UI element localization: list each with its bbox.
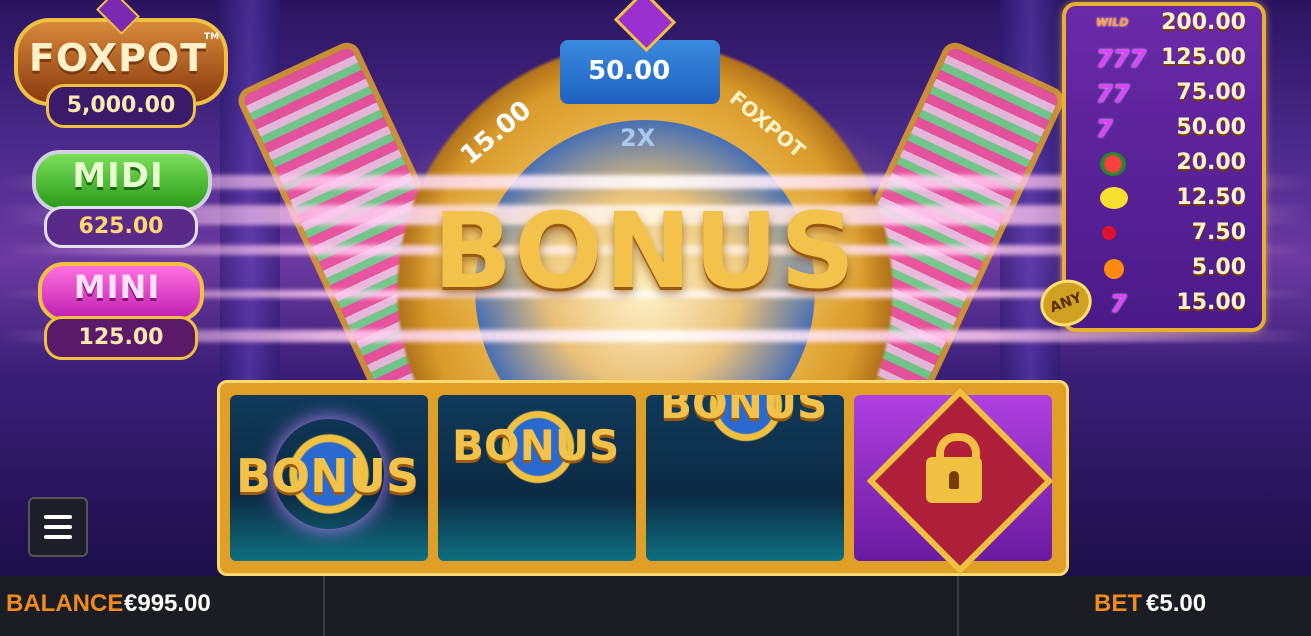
foxpot-value: 5,000.00 bbox=[46, 84, 196, 128]
foxpot-trademark: TM bbox=[204, 32, 220, 42]
keyhole-icon bbox=[949, 471, 959, 489]
watermelon-icon bbox=[1100, 152, 1126, 176]
paytable: WILD 200.00 777 125.00 77 75.00 7 50.00 … bbox=[1062, 2, 1266, 332]
foxpot-label: FOXPOT bbox=[28, 36, 208, 80]
hamburger-menu-icon bbox=[44, 535, 72, 539]
bet-value[interactable]: €5.00 bbox=[1146, 590, 1206, 618]
paytable-row: 777 125.00 bbox=[1066, 41, 1262, 76]
reel-1: BONUS bbox=[230, 395, 428, 561]
reel-3: BONUS bbox=[646, 395, 844, 561]
balance-value: €995.00 bbox=[124, 590, 211, 617]
paytable-value: 200.00 bbox=[1161, 10, 1246, 35]
lemon-icon bbox=[1100, 187, 1128, 209]
paytable-value: 50.00 bbox=[1176, 115, 1246, 140]
any-seven-icon: 7 bbox=[1110, 290, 1127, 318]
reel-frame: BONUS BONUS BONUS bbox=[217, 380, 1069, 576]
reel-bonus-text: BONUS bbox=[660, 395, 828, 428]
paytable-value: 15.00 bbox=[1176, 290, 1246, 315]
paytable-row: 77 75.00 bbox=[1066, 76, 1262, 111]
paytable-row: 7 15.00 bbox=[1066, 286, 1262, 321]
bet-label: BET bbox=[1094, 590, 1142, 617]
paytable-value: 75.00 bbox=[1176, 80, 1246, 105]
mini-label: MINI bbox=[73, 268, 161, 306]
paytable-value: 5.00 bbox=[1191, 255, 1246, 280]
footer-divider bbox=[957, 576, 959, 636]
triple-seven-icon: 777 bbox=[1096, 45, 1147, 73]
paytable-value: 125.00 bbox=[1161, 45, 1246, 70]
double-seven-icon: 77 bbox=[1096, 80, 1130, 108]
mini-value: 125.00 bbox=[44, 316, 198, 360]
paytable-row: 12.50 bbox=[1066, 181, 1262, 216]
hamburger-menu-icon bbox=[44, 525, 72, 529]
paytable-row: 20.00 bbox=[1066, 146, 1262, 181]
paytable-value: 12.50 bbox=[1176, 185, 1246, 210]
hamburger-menu-icon bbox=[44, 515, 72, 519]
wild-fox-icon: WILD bbox=[1096, 16, 1129, 29]
reel-bonus-text: BONUS bbox=[452, 421, 620, 470]
paytable-row: 5.00 bbox=[1066, 251, 1262, 286]
reel-2: BONUS bbox=[438, 395, 636, 561]
paytable-row: 7 50.00 bbox=[1066, 111, 1262, 146]
paytable-value: 20.00 bbox=[1176, 150, 1246, 175]
seven-icon: 7 bbox=[1096, 115, 1113, 143]
orange-icon bbox=[1104, 259, 1124, 279]
hamburger-menu-button[interactable] bbox=[28, 497, 88, 557]
cherry-icon bbox=[1102, 226, 1116, 240]
paytable-row: WILD 200.00 bbox=[1066, 6, 1262, 41]
paytable-row: 7.50 bbox=[1066, 216, 1262, 251]
balance-label: BALANCE bbox=[6, 590, 124, 617]
reel-4-locked bbox=[854, 387, 1054, 575]
footer-divider bbox=[323, 576, 325, 636]
game-stage: 50.00 15.00 FOXPOT 2X BONUS FOXPOT TM 5,… bbox=[0, 0, 1311, 576]
wheel-segment-inner-label: 2X bbox=[620, 124, 656, 152]
bonus-title: BONUS bbox=[432, 190, 858, 312]
wheel-segment-top-label: 50.00 bbox=[588, 56, 671, 86]
midi-value: 625.00 bbox=[44, 206, 198, 248]
midi-label: MIDI bbox=[72, 156, 164, 196]
reel-bonus-text: BONUS bbox=[236, 449, 420, 503]
paytable-value: 7.50 bbox=[1191, 220, 1246, 245]
